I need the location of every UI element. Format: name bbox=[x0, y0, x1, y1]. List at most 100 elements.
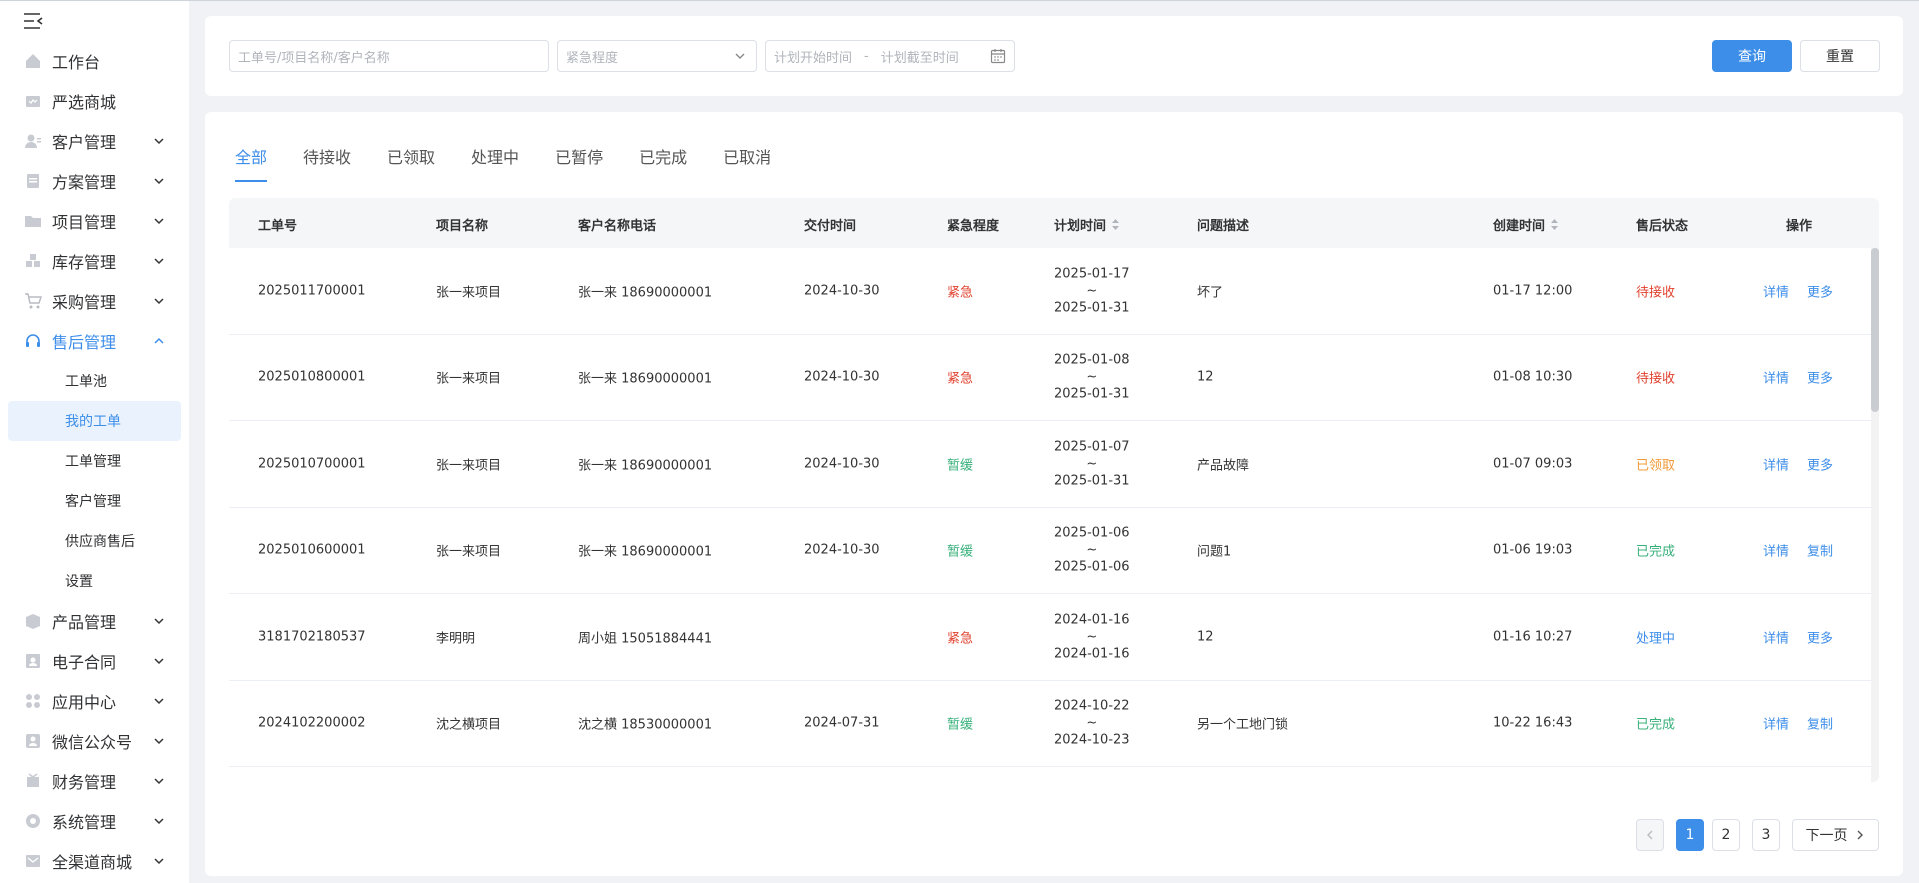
tab-completed[interactable]: 已完成 bbox=[639, 144, 687, 182]
sidebar-item-purchase[interactable]: 采购管理 bbox=[0, 281, 189, 321]
more-link[interactable]: 更多 bbox=[1807, 368, 1833, 387]
cell-created: 01-07 09:03 bbox=[1493, 456, 1573, 472]
cell-customer: 张一来 18690000001 bbox=[578, 371, 713, 387]
col-customer: 客户名称电话 bbox=[578, 219, 657, 234]
wechat-icon bbox=[24, 732, 42, 750]
sort-icon[interactable] bbox=[1551, 219, 1559, 230]
cell-urgency: 紧急 bbox=[947, 371, 974, 387]
tab-cancelled[interactable]: 已取消 bbox=[723, 144, 771, 182]
plan-separator: ~ bbox=[1086, 542, 1098, 558]
box-icon bbox=[24, 612, 42, 630]
detail-link[interactable]: 详情 bbox=[1763, 541, 1789, 560]
more-link[interactable]: 更多 bbox=[1807, 627, 1833, 646]
sidebar-item-workbench[interactable]: 工作台 bbox=[0, 41, 189, 81]
col-created-time[interactable]: 创建时间 bbox=[1493, 215, 1559, 234]
sidebar-item-label: 项目管理 bbox=[52, 213, 117, 232]
sidebar-item-apps[interactable]: 应用中心 bbox=[0, 681, 189, 721]
page-button-1[interactable]: 1 bbox=[1676, 819, 1704, 851]
detail-link[interactable]: 详情 bbox=[1763, 627, 1789, 646]
sidebar: 工作台 严选商城 客户管理 方案管理 项目管理 库存管理 采购管理 售后管理 工… bbox=[0, 1, 189, 883]
submenu-item-label: 设置 bbox=[65, 574, 93, 590]
tab-paused[interactable]: 已暂停 bbox=[555, 144, 603, 182]
tab-received[interactable]: 已领取 bbox=[387, 144, 435, 182]
col-status: 售后状态 bbox=[1636, 219, 1689, 234]
cell-urgency: 暂缓 bbox=[947, 544, 974, 560]
col-created-time-label: 创建时间 bbox=[1493, 219, 1546, 234]
submenu-item-order-pool[interactable]: 工单池 bbox=[8, 361, 181, 401]
cell-project: 张一来项目 bbox=[436, 371, 502, 387]
detail-link[interactable]: 详情 bbox=[1763, 368, 1789, 387]
cell-customer: 沈之横 18530000001 bbox=[578, 717, 713, 733]
sidebar-item-plan[interactable]: 方案管理 bbox=[0, 161, 189, 201]
sidebar-item-mall[interactable]: 严选商城 bbox=[0, 81, 189, 121]
keyword-placeholder: 工单号/项目名称/客户名称 bbox=[238, 50, 390, 66]
sidebar-item-label: 全渠道商城 bbox=[52, 853, 133, 872]
page-button-3[interactable]: 3 bbox=[1752, 819, 1780, 851]
col-plan-time[interactable]: 计划时间 bbox=[1054, 215, 1120, 234]
cell-problem: 另一个工地门锁 bbox=[1197, 717, 1289, 733]
prev-page-button[interactable] bbox=[1636, 819, 1664, 851]
cell-status: 待接收 bbox=[1636, 285, 1676, 301]
menu-collapse-icon[interactable] bbox=[22, 11, 44, 31]
sidebar-item-label: 电子合同 bbox=[52, 653, 117, 672]
sidebar-item-aftersales[interactable]: 售后管理 bbox=[0, 321, 189, 361]
submenu-item-supplier-aftersales[interactable]: 供应商售后 bbox=[8, 521, 181, 561]
sidebar-item-label: 库存管理 bbox=[52, 253, 117, 272]
chevron-down-icon bbox=[153, 695, 165, 707]
copy-link[interactable]: 复制 bbox=[1807, 541, 1833, 560]
chevron-up-icon bbox=[153, 335, 165, 347]
sidebar-item-finance[interactable]: 财务管理 bbox=[0, 761, 189, 801]
sidebar-item-system[interactable]: 系统管理 bbox=[0, 801, 189, 841]
detail-link[interactable]: 详情 bbox=[1763, 714, 1789, 733]
sidebar-item-inventory[interactable]: 库存管理 bbox=[0, 241, 189, 281]
submenu-item-my-orders[interactable]: 我的工单 bbox=[8, 401, 181, 441]
chevron-down-icon bbox=[153, 855, 165, 867]
end-date-placeholder: 计划截至时间 bbox=[880, 50, 959, 66]
cell-order-no: 2025010800001 bbox=[258, 369, 366, 385]
sidebar-item-wechat[interactable]: 微信公众号 bbox=[0, 721, 189, 761]
submenu-item-order-management[interactable]: 工单管理 bbox=[8, 441, 181, 481]
folder-icon bbox=[24, 212, 42, 230]
plan-separator: ~ bbox=[1086, 715, 1098, 731]
table-scrollbar-thumb[interactable] bbox=[1871, 248, 1879, 412]
plan-date-range-picker[interactable]: 计划开始时间 - 计划截至时间 bbox=[765, 40, 1015, 72]
cell-plan-time: 2024-10-22 ~ 2024-10-23 bbox=[1054, 698, 1130, 749]
cell-urgency: 紧急 bbox=[947, 631, 974, 647]
start-date-placeholder: 计划开始时间 bbox=[774, 50, 853, 66]
detail-link[interactable]: 详情 bbox=[1763, 281, 1789, 300]
cell-problem: 产品故障 bbox=[1197, 458, 1250, 474]
reset-button[interactable]: 重置 bbox=[1800, 40, 1880, 72]
sidebar-item-contract[interactable]: 电子合同 bbox=[0, 641, 189, 681]
keyword-search-input[interactable]: 工单号/项目名称/客户名称 bbox=[229, 40, 549, 72]
submenu-item-settings[interactable]: 设置 bbox=[8, 561, 181, 601]
sidebar-item-project[interactable]: 项目管理 bbox=[0, 201, 189, 241]
cell-created: 01-08 10:30 bbox=[1493, 369, 1573, 385]
table-row: 3181702180537 李明明 周小姐 15051884441 紧急 202… bbox=[229, 594, 1879, 681]
cell-delivery: 2024-10-30 bbox=[804, 283, 880, 299]
submenu-item-customer-management[interactable]: 客户管理 bbox=[8, 481, 181, 521]
sidebar-item-omnichannel[interactable]: 全渠道商城 bbox=[0, 841, 189, 881]
cell-project: 张一来项目 bbox=[436, 458, 502, 474]
more-link[interactable]: 更多 bbox=[1807, 454, 1833, 473]
sidebar-item-customer[interactable]: 客户管理 bbox=[0, 121, 189, 161]
tab-pending[interactable]: 待接收 bbox=[303, 144, 351, 182]
copy-link[interactable]: 复制 bbox=[1807, 714, 1833, 733]
tab-all[interactable]: 全部 bbox=[235, 144, 268, 182]
detail-link[interactable]: 详情 bbox=[1763, 454, 1789, 473]
cell-delivery: 2024-10-30 bbox=[804, 456, 880, 472]
next-page-button[interactable]: 下一页 bbox=[1792, 819, 1879, 851]
sidebar-item-product[interactable]: 产品管理 bbox=[0, 601, 189, 641]
plan-end: 2025-01-31 bbox=[1054, 386, 1130, 402]
plan-end: 2024-01-16 bbox=[1054, 646, 1130, 662]
query-button[interactable]: 查询 bbox=[1712, 40, 1792, 72]
more-link[interactable]: 更多 bbox=[1807, 281, 1833, 300]
sort-icon[interactable] bbox=[1112, 219, 1120, 230]
page-button-2[interactable]: 2 bbox=[1712, 819, 1740, 851]
cell-project: 李明明 bbox=[436, 631, 476, 647]
sidebar-item-label: 系统管理 bbox=[52, 813, 117, 832]
tab-processing[interactable]: 处理中 bbox=[471, 144, 519, 182]
apps-icon bbox=[24, 692, 42, 710]
col-plan-time-label: 计划时间 bbox=[1054, 219, 1107, 234]
plan-start: 2024-10-22 bbox=[1054, 698, 1130, 714]
urgency-select[interactable]: 紧急程度 bbox=[557, 40, 757, 72]
